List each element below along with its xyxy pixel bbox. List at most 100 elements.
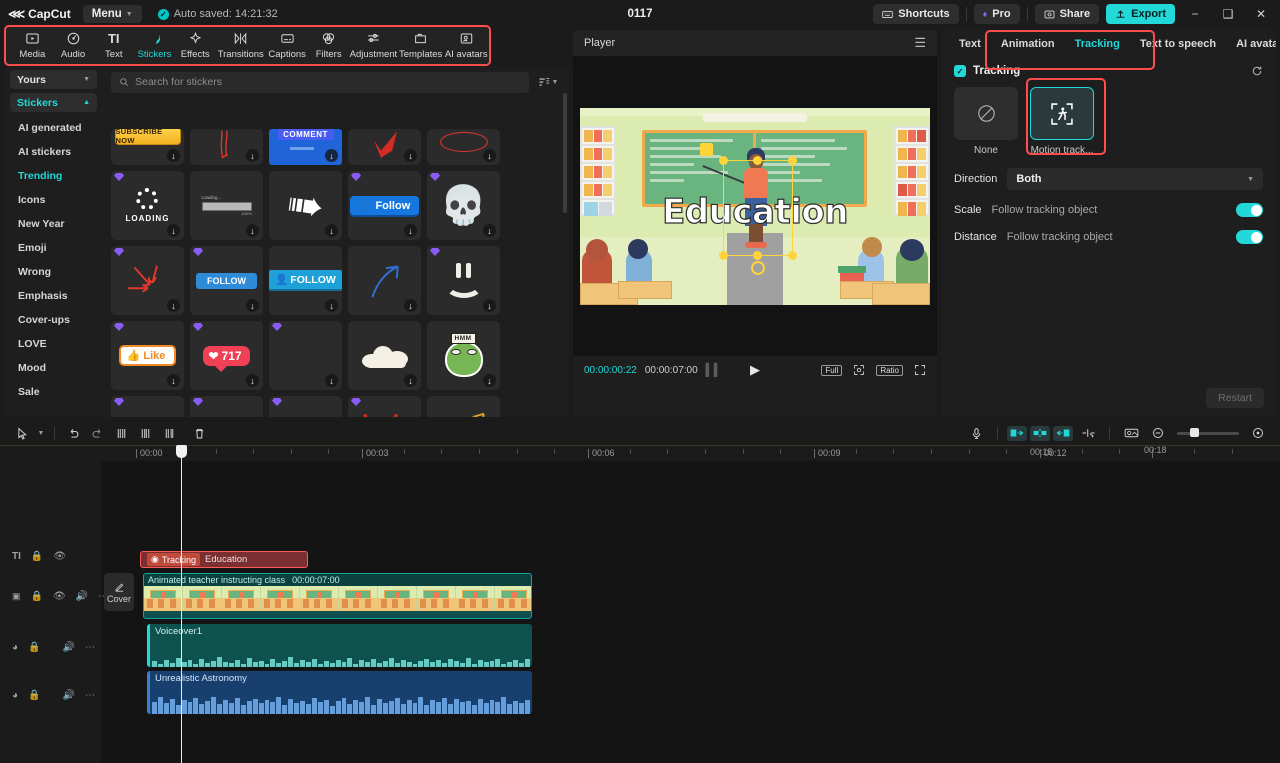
lock-icon[interactable]: 🔒 bbox=[31, 551, 43, 562]
distance-toggle[interactable] bbox=[1236, 230, 1263, 244]
category-item-ai-generated[interactable]: AI generated bbox=[10, 116, 97, 140]
sort-filter-button[interactable]: ▼ bbox=[535, 72, 561, 92]
sticker-item[interactable]: FOLLOW ↓ bbox=[190, 246, 263, 315]
cover-button[interactable]: Cover bbox=[104, 573, 134, 611]
tool-tab-text[interactable]: TI Text bbox=[93, 27, 134, 65]
eye-icon[interactable]: 👁 bbox=[53, 591, 66, 602]
menu-button[interactable]: Menu ▼ bbox=[83, 5, 142, 23]
volume-icon[interactable]: 🔊 bbox=[76, 591, 88, 602]
keyframe-view-button[interactable] bbox=[1119, 422, 1143, 444]
restart-button[interactable]: Restart bbox=[1206, 388, 1264, 408]
maximize-button[interactable]: ❑ bbox=[1215, 4, 1241, 24]
undo-button[interactable] bbox=[61, 422, 85, 444]
tool-tab-ai-avatars[interactable]: AI avatars bbox=[443, 27, 489, 65]
playhead[interactable] bbox=[181, 445, 182, 763]
export-button[interactable]: Export bbox=[1106, 4, 1175, 24]
tool-tab-stickers[interactable]: Stickers bbox=[134, 27, 175, 65]
record-voiceover-button[interactable] bbox=[964, 422, 988, 444]
share-button[interactable]: Share bbox=[1035, 4, 1100, 24]
download-icon[interactable]: ↓ bbox=[325, 299, 338, 312]
tool-tab-effects[interactable]: Effects bbox=[175, 27, 216, 65]
play-button[interactable]: ▶ bbox=[750, 362, 760, 378]
category-yours[interactable]: Yours ▼ bbox=[10, 70, 97, 89]
trim-left-button[interactable] bbox=[133, 422, 157, 444]
download-icon[interactable]: ↓ bbox=[246, 224, 259, 237]
sticker-item[interactable]: ↓ bbox=[190, 129, 263, 165]
download-icon[interactable]: ↓ bbox=[167, 149, 180, 162]
ratio-button[interactable]: Ratio bbox=[876, 365, 903, 376]
resize-handle[interactable] bbox=[753, 251, 762, 260]
sticker-grid-scrollbar[interactable] bbox=[563, 93, 567, 213]
lock-icon[interactable]: 🔒 bbox=[28, 690, 40, 701]
category-item-mood[interactable]: Mood bbox=[10, 356, 97, 380]
reset-icon[interactable] bbox=[1251, 65, 1263, 77]
eye-icon[interactable]: 👁 bbox=[53, 551, 66, 562]
pro-button[interactable]: ♦ Pro bbox=[974, 4, 1020, 24]
audio-clip-music[interactable]: Unrealistic Astronomy bbox=[147, 671, 532, 714]
category-item-icons[interactable]: Icons bbox=[10, 188, 97, 212]
cut-right-button[interactable] bbox=[1053, 426, 1073, 441]
category-item-emoji[interactable]: Emoji bbox=[10, 236, 97, 260]
tool-tab-templates[interactable]: Templates bbox=[398, 27, 444, 65]
tracking-mode-none[interactable]: None bbox=[954, 87, 1018, 156]
sticker-item[interactable]: LOADING ↓ bbox=[111, 171, 184, 240]
download-icon[interactable]: ↓ bbox=[404, 299, 417, 312]
sticker-item[interactable]: ↓ bbox=[427, 129, 500, 165]
category-item-ai-stickers[interactable]: AI stickers bbox=[10, 140, 97, 164]
text-clip[interactable]: ◉ Tracking Education bbox=[140, 551, 308, 568]
video-clip[interactable]: Animated teacher instructing class 00:00… bbox=[143, 573, 532, 619]
sticker-item[interactable]: COMMENT ↓ bbox=[269, 129, 342, 165]
zoom-out-button[interactable] bbox=[1146, 422, 1170, 444]
download-icon[interactable]: ↓ bbox=[325, 374, 338, 387]
volume-icon[interactable]: 🔊 bbox=[63, 690, 75, 701]
tool-tab-transitions[interactable]: Transitions bbox=[216, 27, 266, 65]
sticker-item[interactable]: 👍 Like ↓ bbox=[111, 321, 184, 390]
sticker-item[interactable]: ↓ bbox=[348, 246, 421, 315]
tool-tab-audio[interactable]: Audio bbox=[53, 27, 94, 65]
audio-clip-voiceover[interactable]: Voiceover1 bbox=[147, 624, 532, 667]
sticker-item[interactable]: ↓ bbox=[348, 129, 421, 165]
search-input[interactable]: Search for stickers bbox=[111, 72, 529, 93]
category-item-trending[interactable]: Trending bbox=[10, 164, 97, 188]
category-item-wrong[interactable]: Wrong bbox=[10, 260, 97, 284]
download-icon[interactable]: ↓ bbox=[483, 224, 496, 237]
category-item-cover-ups[interactable]: Cover-ups bbox=[10, 308, 97, 332]
download-icon[interactable]: ↓ bbox=[483, 149, 496, 162]
tab-text[interactable]: Text bbox=[949, 34, 991, 54]
trim-right-button[interactable] bbox=[157, 422, 181, 444]
select-tool-button[interactable] bbox=[10, 422, 34, 444]
delete-button[interactable] bbox=[187, 422, 211, 444]
fullscreen-icon[interactable] bbox=[914, 364, 926, 376]
category-item-love[interactable]: LOVE bbox=[10, 332, 97, 356]
download-icon[interactable]: ↓ bbox=[404, 149, 417, 162]
sticker-item[interactable]: ✦✦ ↓ bbox=[269, 396, 342, 417]
auto-cut-button[interactable] bbox=[1007, 426, 1027, 441]
download-icon[interactable]: ↓ bbox=[167, 374, 180, 387]
download-icon[interactable]: ↓ bbox=[246, 299, 259, 312]
tool-tab-captions[interactable]: Captions bbox=[266, 27, 308, 65]
download-icon[interactable]: ↓ bbox=[483, 374, 496, 387]
category-item-emphasis[interactable]: Emphasis bbox=[10, 284, 97, 308]
select-tool-dropdown[interactable]: ▼ bbox=[34, 422, 48, 444]
smart-split-button[interactable] bbox=[1030, 426, 1050, 441]
tab-ai-avatars[interactable]: AI avatars » bbox=[1226, 34, 1276, 54]
category-item-new-year[interactable]: New Year bbox=[10, 212, 97, 236]
crop-handle[interactable] bbox=[700, 143, 713, 156]
player-menu-icon[interactable]: ☰ bbox=[914, 35, 926, 51]
zoom-in-button[interactable] bbox=[1246, 422, 1270, 444]
link-unlink-button[interactable] bbox=[1076, 422, 1100, 444]
sticker-item[interactable]: 👤 FOLLOW ↓ bbox=[269, 246, 342, 315]
sticker-item[interactable]: ❤ 717 ↓ bbox=[190, 321, 263, 390]
scale-toggle[interactable] bbox=[1236, 203, 1263, 217]
more-icon[interactable]: ⋯ bbox=[85, 642, 95, 653]
resize-handle[interactable] bbox=[719, 251, 728, 260]
resize-handle[interactable] bbox=[788, 156, 797, 165]
sticker-item[interactable]: ↓ bbox=[111, 246, 184, 315]
sticker-item[interactable]: 👤 Follow ↓ bbox=[348, 171, 421, 240]
rotate-handle[interactable] bbox=[751, 261, 765, 275]
download-icon[interactable]: ↓ bbox=[246, 149, 259, 162]
sticker-item[interactable]: HMM ↓ bbox=[427, 321, 500, 390]
volume-icon[interactable]: 🔊 bbox=[63, 642, 75, 653]
timeline-ruler[interactable]: 00:00 00:03 00:06 00:09 00:12 bbox=[0, 445, 1280, 461]
sticker-item[interactable]: ↓ bbox=[348, 396, 421, 417]
